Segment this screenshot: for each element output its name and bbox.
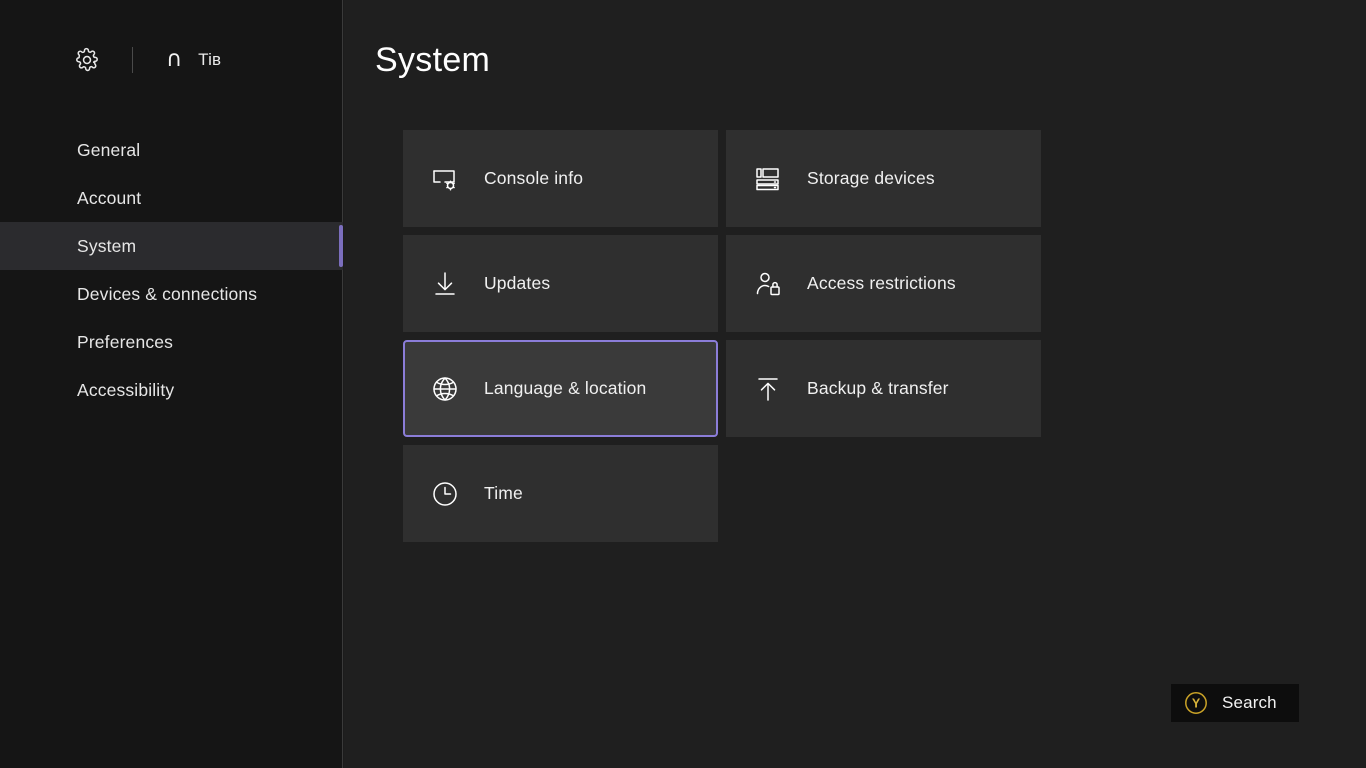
tile-label: Time (484, 483, 523, 503)
globe-icon (433, 376, 457, 401)
tile-access-restrictions[interactable]: Access restrictions (726, 235, 1041, 332)
sidebar-item-system[interactable]: System (0, 222, 343, 270)
tile-language-location[interactable]: Language & location (403, 340, 718, 437)
sidebar-header: ∩ Tiʙ (0, 34, 343, 86)
tile-label: Backup & transfer (807, 378, 949, 398)
xbox-settings-screen: ∩ Tiʙ General Account System Devices & c… (0, 0, 1366, 768)
y-button-icon: Y (1185, 692, 1207, 714)
sidebar-item-general[interactable]: General (0, 126, 343, 174)
download-arrow-icon (435, 271, 455, 295)
gear-icon[interactable] (74, 47, 100, 73)
profile-avatar-glyph[interactable]: ∩ (166, 49, 182, 71)
upload-arrow-icon (758, 377, 778, 401)
tile-label: Console info (484, 168, 584, 188)
tile-placeholder (726, 445, 1041, 542)
sidebar-item-devices-connections[interactable]: Devices & connections (0, 270, 343, 318)
sidebar-item-label: Accessibility (77, 379, 175, 400)
tile-label: Language & location (484, 378, 647, 398)
console-info-icon (433, 169, 455, 190)
sidebar-item-label: Account (77, 187, 142, 208)
tile-storage-devices[interactable]: Storage devices (726, 130, 1041, 227)
header-divider (132, 47, 133, 73)
sidebar: ∩ Tiʙ General Account System Devices & c… (0, 0, 343, 768)
storage-devices-icon (756, 167, 779, 190)
person-lock-icon (756, 272, 780, 295)
settings-tile-grid: Console info Storage devices Updates Acc… (403, 130, 1041, 542)
sidebar-item-label: Preferences (77, 331, 174, 352)
main-content: System Console info Storage devices Upda… (344, 0, 1366, 768)
sidebar-item-label: General (77, 139, 141, 160)
tile-updates[interactable]: Updates (403, 235, 718, 332)
page-title: System (375, 41, 491, 79)
profile-name[interactable]: Tiʙ (198, 50, 221, 70)
svg-text:Y: Y (1192, 697, 1201, 711)
sidebar-item-label: Devices & connections (77, 283, 258, 304)
sidebar-item-accessibility[interactable]: Accessibility (0, 366, 343, 414)
search-button[interactable]: Y Search (1171, 684, 1299, 722)
tile-time[interactable]: Time (403, 445, 718, 542)
tile-console-info[interactable]: Console info (403, 130, 718, 227)
tile-label: Updates (484, 273, 551, 293)
sidebar-item-preferences[interactable]: Preferences (0, 318, 343, 366)
tile-label: Storage devices (807, 168, 935, 188)
clock-icon (433, 481, 457, 506)
search-label: Search (1222, 693, 1277, 712)
sidebar-item-account[interactable]: Account (0, 174, 343, 222)
tile-label: Access restrictions (807, 273, 956, 293)
sidebar-nav-list: General Account System Devices & connect… (0, 126, 343, 414)
tile-backup-transfer[interactable]: Backup & transfer (726, 340, 1041, 437)
sidebar-item-label: System (77, 235, 137, 256)
